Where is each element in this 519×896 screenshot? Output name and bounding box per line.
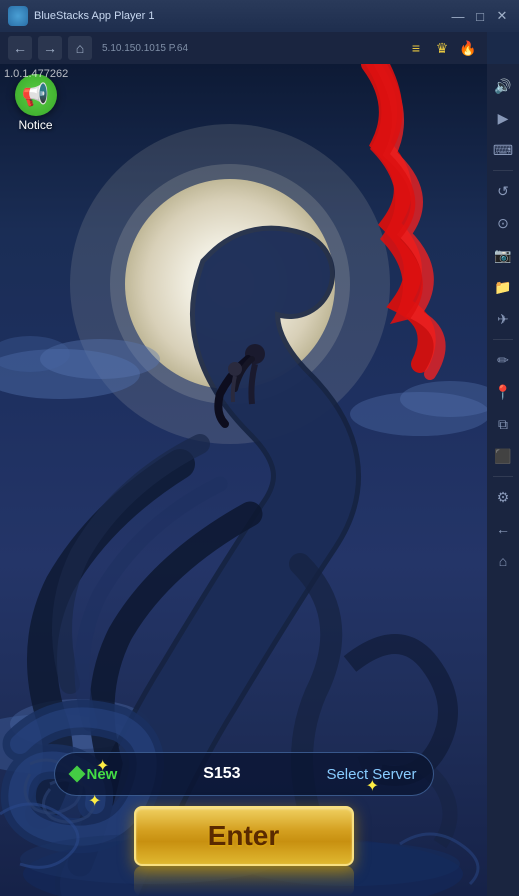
enter-button-reflection (134, 866, 354, 896)
nav-forward-button[interactable]: → (38, 36, 62, 60)
location-button[interactable]: 📍 (489, 378, 517, 406)
keyboard-button[interactable]: ⌨ (489, 136, 517, 164)
play-button[interactable]: ▶ (489, 104, 517, 132)
enter-label: Enter (208, 820, 280, 852)
nav-version-text: 5.10.150.1015 P.64 (102, 43, 188, 54)
nav-hamburger-button[interactable]: ≡ (405, 37, 427, 59)
notice-icon: 📢 (15, 74, 57, 116)
home-toolbar-button[interactable]: ⌂ (489, 547, 517, 575)
new-diamond-icon (68, 766, 85, 783)
back-arrow-button[interactable]: ← (489, 515, 517, 543)
edit-button[interactable]: ✏ (489, 346, 517, 374)
toolbar-divider-2 (493, 339, 513, 340)
title-bar-controls: — □ ✕ (449, 7, 511, 25)
nav-icons-right: ≡ ♛ 🔥 (405, 37, 479, 59)
app-icon (8, 6, 28, 26)
version-overlay: 1.0.1.477262 (4, 68, 68, 80)
close-button[interactable]: ✕ (493, 7, 511, 25)
game-background: 1.0.1.477262 📢 Notice New S153 Select Se… (0, 64, 487, 896)
title-bar: BlueStacks App Player 1 — □ ✕ (0, 0, 519, 32)
version-text: 1.0.1.477262 (4, 68, 68, 80)
folder-button[interactable]: 📁 (489, 273, 517, 301)
airplane-button[interactable]: ✈ (489, 305, 517, 333)
right-toolbar: 🔊 ▶ ⌨ ↺ ⊙ 📷 📁 ✈ ✏ 📍 ⧉ ⬛ ⚙ ← ⌂ (487, 64, 519, 896)
title-bar-left: BlueStacks App Player 1 (8, 6, 154, 26)
toolbar-divider-1 (493, 170, 513, 171)
server-new: New (71, 766, 118, 783)
nav-home-button[interactable]: ⌂ (68, 36, 92, 60)
nav-crown-button[interactable]: ♛ (431, 37, 453, 59)
enter-button[interactable]: Enter (134, 806, 354, 866)
toolbar-divider-3 (493, 476, 513, 477)
sparkle-left-2: ✦ (88, 791, 101, 811)
sparkle-right: ✦ (366, 776, 379, 796)
nav-flame-button[interactable]: 🔥 (457, 37, 479, 59)
game-area: 1.0.1.477262 📢 Notice New S153 Select Se… (0, 64, 487, 896)
settings-button[interactable]: ⚙ (489, 483, 517, 511)
minimize-button[interactable]: — (449, 7, 467, 25)
rotate-button[interactable]: ↺ (489, 177, 517, 205)
nav-bar: ← → ⌂ 5.10.150.1015 P.64 ≡ ♛ 🔥 (0, 32, 487, 64)
block-button[interactable]: ⬛ (489, 442, 517, 470)
layers-button[interactable]: ⧉ (489, 410, 517, 438)
title-text: BlueStacks App Player 1 (34, 10, 154, 22)
sparkle-left: ✦ (96, 756, 109, 776)
server-name: S153 (203, 765, 240, 783)
nav-back-button[interactable]: ← (8, 36, 32, 60)
volume-button[interactable]: 🔊 (489, 72, 517, 100)
notice-button[interactable]: 📢 Notice (8, 74, 63, 134)
target-button[interactable]: ⊙ (489, 209, 517, 237)
maximize-button[interactable]: □ (471, 7, 489, 25)
notice-label: Notice (18, 118, 52, 132)
screenshot-button[interactable]: 📷 (489, 241, 517, 269)
